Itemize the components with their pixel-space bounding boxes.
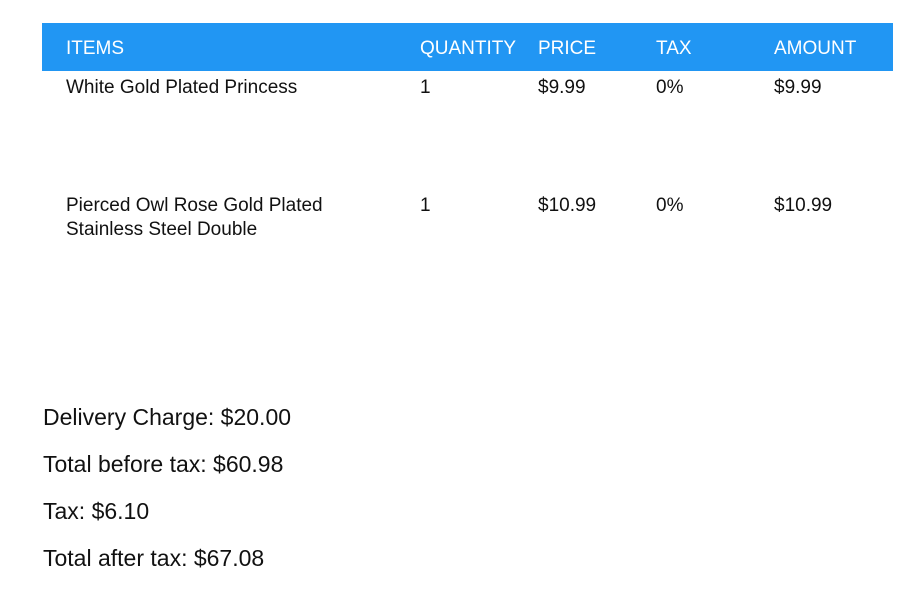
row-tax: 0% (656, 77, 684, 98)
invoice-summary: Delivery Charge: $20.00 Total before tax… (43, 404, 291, 592)
header-amount: AMOUNT (774, 38, 857, 59)
row-quantity: 1 (420, 77, 431, 98)
row-amount: $9.99 (774, 77, 822, 98)
row-tax: 0% (656, 195, 684, 216)
header-items: ITEMS (66, 38, 125, 59)
total-before-tax: Total before tax: $60.98 (43, 451, 284, 477)
row-price: $9.99 (538, 77, 586, 98)
header-quantity: QUANTITY (420, 38, 517, 59)
total-after-tax: Total after tax: $67.08 (43, 545, 265, 571)
header-price: PRICE (538, 38, 597, 59)
delivery-charge: Delivery Charge: $20.00 (43, 404, 292, 430)
invoice-items-table: ITEMS QUANTITY PRICE TAX AMOUNT White Go… (42, 23, 893, 240)
row-price: $10.99 (538, 195, 597, 216)
table-header: ITEMS QUANTITY PRICE TAX AMOUNT (42, 23, 893, 71)
header-tax: TAX (656, 38, 692, 59)
row-item-name: White Gold Plated Princess (66, 77, 298, 98)
row-item-name: Pierced Owl Rose Gold Plated Stainless S… (66, 195, 323, 240)
row-amount: $10.99 (774, 195, 833, 216)
tax-total: Tax: $6.10 (43, 498, 150, 524)
row-quantity: 1 (420, 195, 431, 216)
